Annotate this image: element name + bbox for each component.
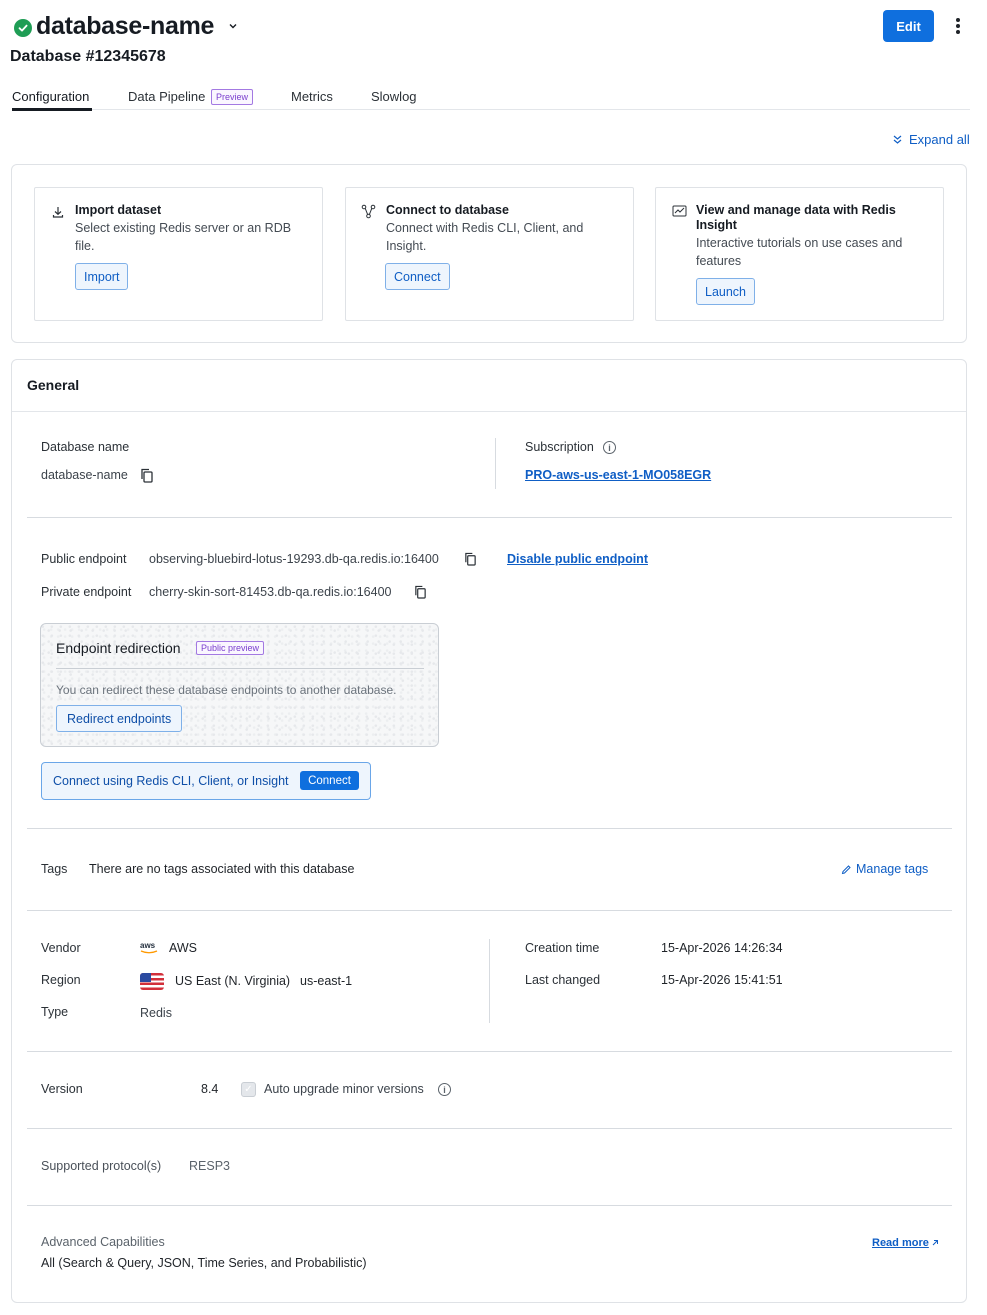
connect-database-description: Connect with Redis CLI, Client, and Insi… — [386, 221, 584, 253]
section-divider — [27, 1128, 952, 1129]
redis-insight-description: Interactive tutorials on use cases and f… — [696, 236, 903, 268]
section-divider — [27, 1205, 952, 1206]
status-ok-icon — [14, 19, 32, 37]
more-options-icon[interactable] — [950, 14, 966, 38]
tab-metrics[interactable]: Metrics — [291, 89, 333, 104]
aws-logo-icon: aws — [140, 941, 158, 954]
read-more-link[interactable]: Read more — [872, 1237, 939, 1249]
manage-tags-button[interactable]: Manage tags — [841, 862, 928, 876]
database-title: database-name — [36, 12, 215, 40]
us-flag-icon — [140, 973, 164, 990]
copy-icon[interactable] — [414, 585, 428, 599]
version-label: Version — [41, 1082, 83, 1096]
expand-all-label: Expand all — [909, 132, 970, 147]
creation-time-label: Creation time — [525, 941, 600, 955]
database-name-label: Database name — [41, 440, 130, 454]
info-icon[interactable]: i — [438, 1083, 451, 1096]
auto-upgrade-checkbox[interactable]: ✓ — [241, 1082, 256, 1097]
connect-database-title: Connect to database — [386, 203, 509, 217]
general-header-divider — [12, 411, 966, 412]
copy-icon[interactable] — [464, 552, 478, 566]
import-button[interactable]: Import — [75, 263, 129, 290]
type-label: Type — [41, 1005, 69, 1019]
launch-button[interactable]: Launch — [696, 278, 756, 305]
type-value: Redis — [140, 1006, 172, 1020]
vertical-divider — [489, 939, 490, 1023]
protocol-value: RESP3 — [189, 1159, 230, 1173]
public-endpoint-label: Public endpoint — [41, 552, 127, 566]
general-title: General — [27, 377, 80, 393]
tab-configuration[interactable]: Configuration — [12, 89, 89, 104]
redirection-divider — [56, 668, 424, 669]
chevron-double-down-icon — [893, 135, 902, 144]
expand-all-button[interactable]: Expand all — [892, 132, 970, 147]
connect-icon — [361, 204, 376, 219]
info-icon[interactable]: i — [603, 441, 616, 454]
private-endpoint-label: Private endpoint — [41, 585, 132, 599]
protocol-label: Supported protocol(s) — [41, 1159, 162, 1173]
copy-icon[interactable] — [140, 468, 154, 483]
external-link-icon — [932, 1240, 938, 1246]
vendor-label: Vendor — [41, 941, 81, 955]
manage-tags-label: Manage tags — [856, 862, 929, 876]
last-changed-value: 15-Apr-2026 15:41:51 — [661, 973, 783, 987]
region-label: Region — [41, 973, 81, 987]
import-dataset-title: Import dataset — [75, 203, 162, 217]
import-icon — [51, 205, 65, 219]
tabs-divider — [12, 109, 970, 110]
database-name-value: database-name — [41, 468, 128, 482]
edit-button[interactable]: Edit — [883, 10, 934, 42]
tags-label: Tags — [41, 862, 68, 876]
redirect-endpoints-button[interactable]: Redirect endpoints — [56, 705, 183, 732]
region-code: us-east-1 — [300, 974, 353, 988]
public-preview-badge: Public preview — [196, 641, 265, 655]
section-divider — [27, 910, 952, 911]
version-value: 8.4 — [201, 1082, 219, 1096]
endpoint-redirection-title: Endpoint redirection — [56, 640, 181, 656]
database-id: Database #12345678 — [10, 48, 166, 65]
section-divider — [27, 828, 952, 829]
read-more-label: Read more — [872, 1237, 929, 1249]
chevron-down-icon[interactable] — [227, 20, 239, 32]
preview-badge: Preview — [211, 89, 254, 105]
disable-public-endpoint-link[interactable]: Disable public endpoint — [507, 552, 648, 566]
subscription-label: Subscription — [525, 440, 594, 454]
last-changed-label: Last changed — [525, 973, 601, 987]
connect-strip-text: Connect using Redis CLI, Client, or Insi… — [53, 774, 289, 788]
pencil-icon — [841, 864, 851, 874]
public-endpoint-value: observing-bluebird-lotus-19293.db-qa.red… — [149, 552, 439, 566]
region-value: US East (N. Virginia) — [175, 974, 291, 988]
tags-value: There are no tags associated with this d… — [89, 862, 355, 876]
active-tab-indicator — [12, 108, 92, 111]
vertical-divider — [495, 438, 496, 489]
tab-slowlog[interactable]: Slowlog — [371, 89, 417, 104]
creation-time-value: 15-Apr-2026 14:26:34 — [661, 941, 783, 955]
endpoint-redirection-description: You can redirect these database endpoint… — [56, 683, 397, 697]
redis-insight-title: View and manage data with Redis Insight — [696, 203, 896, 232]
advanced-capabilities-value: All (Search & Query, JSON, Time Series, … — [41, 1256, 367, 1270]
import-dataset-description: Select existing Redis server or an RDB f… — [75, 221, 292, 253]
chart-icon — [672, 204, 687, 218]
private-endpoint-value: cherry-skin-sort-81453.db-qa.redis.io:16… — [149, 585, 392, 599]
auto-upgrade-label: Auto upgrade minor versions — [264, 1082, 424, 1096]
advanced-capabilities-label: Advanced Capabilities — [41, 1235, 165, 1249]
subscription-link[interactable]: PRO-aws-us-east-1-MO058EGR — [525, 468, 711, 482]
section-divider — [27, 1051, 952, 1052]
vendor-value: AWS — [169, 941, 198, 955]
tab-data-pipeline[interactable]: Data Pipeline — [128, 89, 205, 104]
connect-strip-button[interactable]: Connect — [300, 771, 359, 790]
connect-button[interactable]: Connect — [385, 263, 450, 290]
section-divider — [27, 517, 952, 518]
